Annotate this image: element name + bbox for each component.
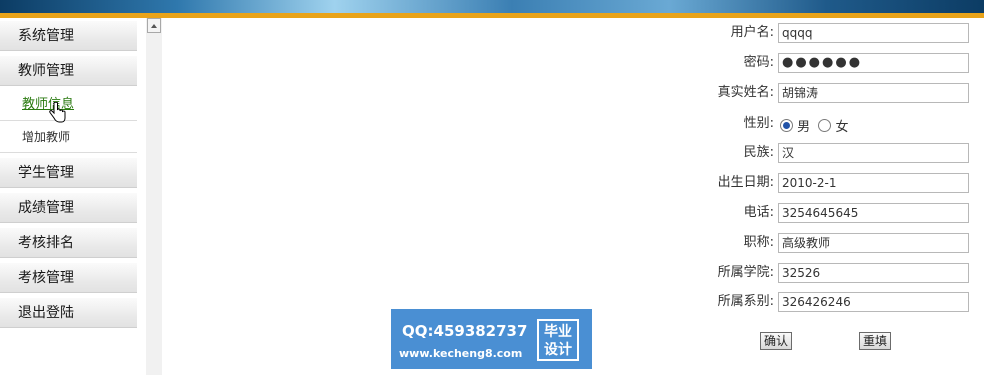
username-label: 用户名: xyxy=(730,25,774,40)
phone-label: 电话: xyxy=(743,205,774,220)
sidebar-item-student-mgmt[interactable]: 学生管理 xyxy=(0,158,137,188)
ethnicity-field[interactable]: 汉 xyxy=(778,143,969,163)
username-field[interactable]: qqqq xyxy=(778,23,969,43)
sidebar: 系统管理 教师管理 教师信息 增加教师 学生管理 成绩管理 考核排名 考核管理 … xyxy=(0,18,146,375)
gender-male-radio[interactable] xyxy=(780,119,793,132)
watermark-url-text: www.kecheng8.com xyxy=(399,347,523,360)
watermark-banner: QQ:459382737 www.kecheng8.com 毕业 设计 xyxy=(391,309,592,369)
sidebar-item-system[interactable]: 系统管理 xyxy=(0,21,137,51)
sidebar-subitem-teacher-info[interactable]: 教师信息 xyxy=(0,89,137,121)
birthdate-label: 出生日期: xyxy=(717,175,774,190)
title-label: 职称: xyxy=(743,235,774,250)
realname-field[interactable]: 胡锦涛 xyxy=(778,83,969,103)
password-label: 密码: xyxy=(743,55,774,70)
birthdate-field[interactable]: 2010-2-1 xyxy=(778,173,969,193)
realname-label: 真实姓名: xyxy=(717,85,774,100)
sidebar-item-logout[interactable]: 退出登陆 xyxy=(0,298,137,328)
reset-button[interactable]: 重填 xyxy=(859,332,891,350)
sidebar-item-ranking[interactable]: 考核排名 xyxy=(0,228,137,258)
college-label: 所属学院: xyxy=(717,265,774,280)
sidebar-item-assessment[interactable]: 考核管理 xyxy=(0,263,137,293)
watermark-badge-line2: 设计 xyxy=(544,342,572,358)
ethnicity-label: 民族: xyxy=(743,145,774,160)
phone-field[interactable]: 3254645645 xyxy=(778,203,969,223)
sidebar-item-score-mgmt[interactable]: 成绩管理 xyxy=(0,193,137,223)
sidebar-item-teacher-mgmt[interactable]: 教师管理 xyxy=(0,56,137,86)
confirm-button[interactable]: 确认 xyxy=(760,332,792,350)
scroll-up-arrow-icon[interactable] xyxy=(147,18,161,33)
gender-male-label: 男 xyxy=(797,120,811,135)
gender-female-radio[interactable] xyxy=(818,119,832,132)
title-field[interactable]: 高级教师 xyxy=(778,233,969,253)
sidebar-subitem-add-teacher[interactable]: 增加教师 xyxy=(0,121,137,153)
gender-radio-group: 男 女 xyxy=(780,116,849,135)
department-label: 所属系别: xyxy=(717,294,774,309)
department-field[interactable]: 326426246 xyxy=(778,292,969,312)
watermark-badge: 毕业 设计 xyxy=(537,319,579,361)
gender-label: 性别: xyxy=(743,116,774,131)
password-field[interactable]: ●●●●●● xyxy=(778,53,969,73)
scrollbar-track[interactable] xyxy=(146,18,162,375)
college-field[interactable]: 32526 xyxy=(778,263,969,283)
gender-female-label: 女 xyxy=(835,120,849,135)
watermark-qq-text: QQ:459382737 xyxy=(402,322,528,340)
hand-cursor-icon xyxy=(49,102,66,123)
watermark-badge-line1: 毕业 xyxy=(544,324,572,340)
